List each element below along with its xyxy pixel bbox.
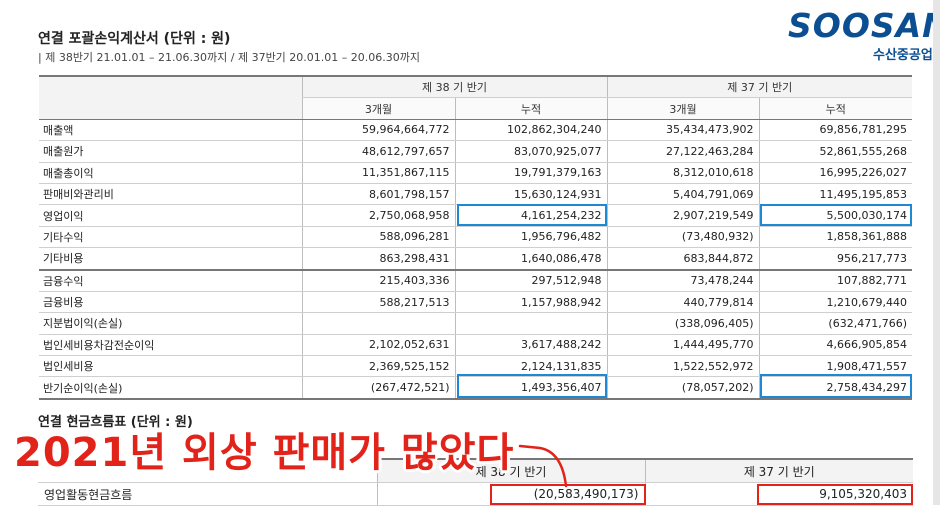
overlay-caption: 2021년 외상 판매가 많았다	[14, 430, 515, 476]
